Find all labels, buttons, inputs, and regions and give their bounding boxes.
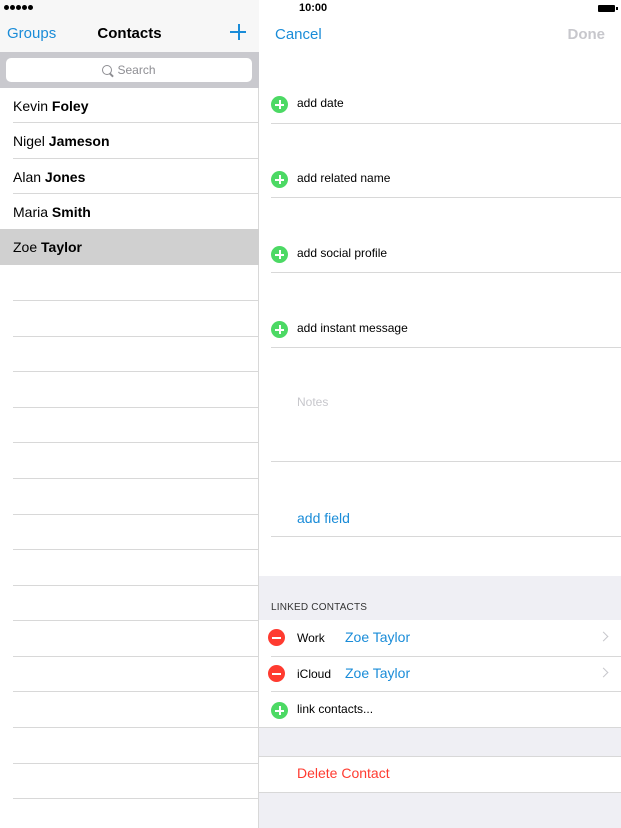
empty-row-divider xyxy=(13,549,258,550)
link-contacts-row[interactable]: link contacts... xyxy=(271,694,621,730)
add-related-name-row[interactable]: add related name xyxy=(271,163,621,199)
field-label: add instant message xyxy=(297,321,408,335)
notes-field[interactable]: Notes xyxy=(297,395,328,409)
empty-row-divider xyxy=(13,300,258,301)
contact-last-name: Foley xyxy=(51,98,89,114)
empty-row-divider xyxy=(13,514,258,515)
empty-row-divider xyxy=(13,656,258,657)
add-circle-icon xyxy=(271,321,288,338)
contact-last-name: Smith xyxy=(51,204,91,220)
field-label: link contacts... xyxy=(297,702,374,716)
add-field-button[interactable]: add field xyxy=(297,510,350,526)
contact-row[interactable]: Alan Jones xyxy=(0,159,259,195)
linked-contact-type: Work xyxy=(297,631,325,645)
remove-circle-icon[interactable] xyxy=(268,665,285,682)
add-date-row[interactable]: add date xyxy=(271,88,621,124)
linked-contact-row[interactable]: iCloud Zoe Taylor xyxy=(268,657,621,693)
contacts-nav-bar: Groups Contacts xyxy=(0,18,259,52)
remove-circle-icon[interactable] xyxy=(268,629,285,646)
add-circle-icon xyxy=(271,171,288,188)
status-bar-left xyxy=(0,0,259,18)
add-social-profile-row[interactable]: add social profile xyxy=(271,238,621,274)
contact-first-name: Maria xyxy=(13,204,49,220)
search-placeholder: Search xyxy=(117,63,156,77)
field-label: add social profile xyxy=(297,246,388,260)
contact-first-name: Nigel xyxy=(13,133,45,149)
empty-row-divider xyxy=(13,336,258,337)
empty-row-divider xyxy=(13,585,258,586)
empty-row-divider xyxy=(13,763,258,764)
contact-row-selected[interactable]: Zoe Taylor xyxy=(0,229,259,265)
empty-row-divider xyxy=(13,478,258,479)
linked-contact-name: Zoe Taylor xyxy=(345,629,411,645)
contact-last-name: Taylor xyxy=(41,239,82,255)
contact-first-name: Kevin xyxy=(13,98,49,114)
empty-row-divider xyxy=(13,798,258,799)
empty-row-divider xyxy=(13,727,258,728)
status-time: 10:00 xyxy=(299,2,328,14)
divider xyxy=(271,123,621,124)
divider xyxy=(271,197,621,198)
section-separator xyxy=(259,576,621,620)
divider xyxy=(271,272,621,273)
contact-first-name: Zoe xyxy=(13,239,38,255)
add-instant-message-row[interactable]: add instant message xyxy=(271,313,621,349)
contact-last-name: Jameson xyxy=(48,133,110,149)
divider xyxy=(271,347,621,348)
field-label: add related name xyxy=(297,171,391,185)
empty-row-divider xyxy=(13,691,258,692)
page-title: Contacts xyxy=(97,25,162,42)
cancel-button[interactable]: Cancel xyxy=(275,26,322,43)
linked-contact-type: iCloud xyxy=(297,667,332,681)
divider xyxy=(271,536,621,537)
empty-row-divider xyxy=(13,407,258,408)
section-separator xyxy=(259,727,621,756)
add-circle-icon xyxy=(271,702,288,719)
search-bar: Search xyxy=(0,52,259,88)
contact-row[interactable]: Kevin Foley xyxy=(0,88,259,124)
add-contact-button[interactable] xyxy=(229,23,249,43)
battery-icon xyxy=(598,5,618,12)
edit-contact-nav-bar: Cancel Done xyxy=(259,18,621,52)
search-input[interactable]: Search xyxy=(6,58,252,82)
signal-icon xyxy=(4,5,33,10)
delete-contact-button[interactable]: Delete Contact xyxy=(297,765,390,781)
search-icon xyxy=(102,65,113,75)
divider xyxy=(271,691,621,692)
linked-contact-name: Zoe Taylor xyxy=(345,665,411,681)
linked-contacts-header: LINKED CONTACTS xyxy=(271,602,368,613)
contact-last-name: Jones xyxy=(44,169,86,185)
divider xyxy=(259,727,621,728)
contact-row[interactable]: Maria Smith xyxy=(0,194,259,230)
empty-row-divider xyxy=(13,442,258,443)
linked-contact-row[interactable]: Work Zoe Taylor xyxy=(268,621,621,657)
divider xyxy=(271,461,621,462)
divider xyxy=(259,756,621,757)
add-circle-icon xyxy=(271,96,288,113)
add-circle-icon xyxy=(271,246,288,263)
empty-row-divider xyxy=(13,371,258,372)
contact-row[interactable]: Nigel Jameson xyxy=(0,123,259,159)
chevron-right-icon xyxy=(598,631,609,642)
bottom-separator xyxy=(259,793,621,828)
chevron-right-icon xyxy=(598,667,609,678)
done-button[interactable]: Done xyxy=(568,26,606,43)
empty-row-divider xyxy=(13,620,258,621)
contacts-list-pane: Groups Contacts Search Kevin Foley Nigel… xyxy=(0,18,259,828)
field-label: add date xyxy=(297,96,344,110)
contact-first-name: Alan xyxy=(13,169,42,185)
